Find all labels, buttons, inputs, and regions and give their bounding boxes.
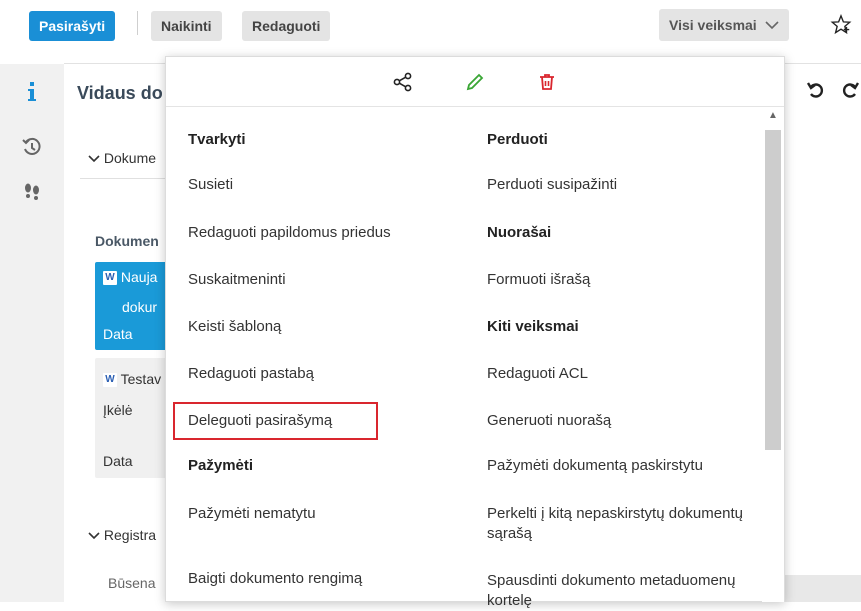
info-icon[interactable] (18, 78, 46, 106)
chevron-down-icon (765, 9, 779, 41)
chevron-down-icon (88, 150, 100, 166)
menu-item-finish-preparation[interactable]: Baigti dokumento rengimą (188, 569, 362, 589)
dropdown-scrollbar-thumb[interactable] (765, 130, 781, 450)
footprints-icon[interactable] (18, 177, 46, 205)
bottom-strip (785, 575, 861, 602)
word-file-icon: W (103, 271, 117, 286)
undo-icon[interactable] (806, 80, 826, 103)
document-card-line1: Testav (120, 371, 162, 387)
document-card-name: W Nauja (103, 269, 158, 286)
document-card-line2: dokur (122, 299, 158, 315)
registration-section-label: Registra (103, 527, 157, 543)
document-card-line1: Nauja (120, 269, 158, 285)
scroll-up-arrow-icon[interactable]: ▲ (766, 110, 780, 124)
actions-dropdown: Tvarkyti Susieti Redaguoti papildomus pr… (165, 56, 785, 609)
toolbar-divider (137, 11, 138, 35)
menu-item-move-undistributed[interactable]: Perkelti į kitą nepaskirstytų dokumentų … (487, 504, 757, 544)
documents-section-label: Dokume (103, 150, 157, 166)
all-actions-button[interactable]: Visi veiksmai (659, 9, 789, 41)
side-rail (0, 64, 64, 602)
chevron-down-icon (88, 527, 100, 543)
favorite-star-icon[interactable] (830, 13, 852, 39)
menu-item-mark-unseen[interactable]: Pažymėti nematytu (188, 504, 316, 524)
menu-item-generate-copy[interactable]: Generuoti nuorašą (487, 411, 611, 431)
dropdown-quick-actions (166, 57, 784, 107)
menu-item-edit-attachments[interactable]: Redaguoti papildomus priedus (188, 223, 391, 243)
page-title: Vidaus do (77, 83, 163, 103)
documents-section-toggle[interactable]: Dokume (88, 150, 156, 166)
all-actions-label: Visi veiksmai (669, 17, 757, 33)
delete-button[interactable]: Naikinti (151, 11, 222, 41)
history-icon[interactable] (18, 133, 46, 161)
menu-heading-other-actions: Kiti veiksmai (487, 318, 579, 335)
document-card-selected[interactable]: W Nauja dokur Data (95, 262, 175, 350)
menu-item-change-template[interactable]: Keisti šabloną (188, 317, 281, 337)
document-card-date-label: Data (103, 326, 133, 342)
highlight-box (173, 402, 378, 440)
section-divider (80, 178, 165, 179)
menu-heading-mark: Pažymėti (188, 457, 254, 474)
menu-item-mark-distributed[interactable]: Pažymėti dokumentą paskirstytu (487, 456, 703, 476)
word-file-icon: W (103, 373, 117, 388)
documents-label: Dokumen (95, 233, 159, 249)
trash-icon[interactable] (535, 70, 559, 94)
menu-item-link[interactable]: Susieti (188, 175, 233, 195)
share-icon[interactable] (391, 70, 415, 94)
registration-section-toggle[interactable]: Registra (88, 527, 156, 543)
menu-item-print-metadata-card[interactable]: Spausdinti dokumento metaduomenų kortelę (487, 571, 757, 611)
menu-heading-manage: Tvarkyti (188, 131, 246, 148)
menu-item-transfer-review[interactable]: Perduoti susipažinti (487, 175, 617, 195)
pencil-icon[interactable] (463, 70, 487, 94)
redo-icon[interactable] (840, 80, 860, 103)
edit-button[interactable]: Redaguoti (242, 11, 331, 41)
menu-item-digitize[interactable]: Suskaitmeninti (188, 270, 286, 290)
menu-heading-transfer: Perduoti (487, 131, 548, 148)
menu-item-edit-note[interactable]: Redaguoti pastabą (188, 364, 314, 384)
menu-item-edit-acl[interactable]: Redaguoti ACL (487, 364, 588, 384)
document-card-date-label: Data (103, 453, 133, 469)
status-label: Būsena (108, 575, 156, 591)
document-card-uploaded-label: Įkėlė (103, 402, 133, 418)
document-card[interactable]: W Testav Įkėlė Data (95, 358, 175, 478)
menu-item-form-extract[interactable]: Formuoti išrašą (487, 270, 590, 290)
menu-heading-copies: Nuorašai (487, 224, 552, 241)
document-card-name: W Testav (103, 371, 162, 388)
sign-button[interactable]: Pasirašyti (29, 11, 116, 41)
